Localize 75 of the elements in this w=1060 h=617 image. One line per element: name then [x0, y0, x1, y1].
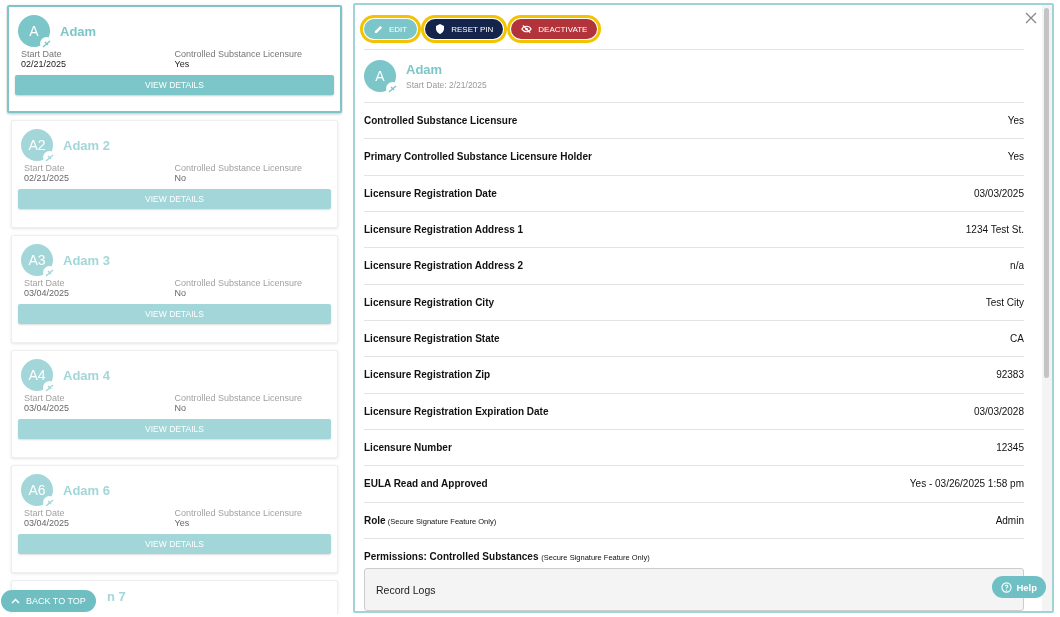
detail-label: Primary Controlled Substance Licensure Holder	[364, 151, 592, 163]
staff-name: Adam 6	[63, 482, 110, 498]
detail-value: n/a	[1010, 260, 1024, 272]
detail-label: Licensure Registration Date	[364, 187, 497, 199]
detail-label: Controlled Substance Licensure	[364, 115, 518, 127]
field-label: Controlled Substance Licensure	[174, 49, 304, 59]
field-value: 03/04/2025	[24, 403, 71, 413]
field-label: Start Date	[24, 508, 66, 518]
avatar: A	[364, 60, 396, 92]
field-label: Start Date	[24, 393, 66, 403]
staff-name: Adam	[60, 23, 97, 39]
field-label: Controlled Substance Licensure	[174, 278, 304, 288]
field-value: Yes	[174, 518, 191, 528]
detail-value: 92383	[996, 369, 1024, 381]
detail-value: 03/03/2028	[973, 405, 1024, 417]
detail-value: 1234 Test St.	[965, 224, 1024, 236]
detail-value: Admin	[995, 514, 1024, 526]
detail-label: Licensure Registration Address 2	[364, 260, 524, 272]
detail-value: CA	[1010, 333, 1024, 345]
help-icon	[1001, 581, 1013, 593]
avatar: A	[18, 15, 50, 47]
view-details-button[interactable]: VIEW DETAILS	[18, 304, 331, 324]
staff-card[interactable]: A4 Adam 4 Start Date Controlled Substance Licensure 03/04/2025 No VIEW DETAILS	[11, 350, 338, 458]
view-details-button[interactable]: VIEW DETAILS	[18, 419, 331, 439]
shield-icon	[435, 24, 446, 34]
detail-label: Licensure Registration Address 1	[364, 224, 524, 236]
field-value: 03/04/2025	[24, 288, 71, 298]
field-value: Yes	[174, 59, 191, 69]
field-label: Start Date	[24, 163, 66, 173]
staff-card[interactable]: A3 Adam 3 Start Date Controlled Substance Licensure 03/04/2025 No VIEW DETAILS	[11, 235, 338, 343]
start-date: Start Date: 2/21/2025	[406, 80, 487, 90]
detail-value: Yes	[1007, 151, 1024, 163]
view-details-button[interactable]: VIEW DETAILS	[18, 534, 331, 554]
field-value: 03/04/2025	[24, 518, 71, 528]
view-details-button[interactable]: VIEW DETAILS	[18, 189, 331, 209]
staff-name: Adam 2	[63, 137, 110, 153]
field-value: No	[174, 173, 187, 183]
field-label: Controlled Substance Licensure	[174, 393, 304, 403]
detail-label: Licensure Registration Expiration Date	[364, 405, 549, 417]
avatar: A2	[21, 129, 53, 161]
field-label: Controlled Substance Licensure	[174, 163, 304, 173]
avatar: A6	[21, 474, 53, 506]
detail-value: Test City	[985, 296, 1024, 308]
pencil-icon	[374, 24, 383, 34]
avatar: A3	[21, 244, 53, 276]
chevron-up-icon	[11, 598, 20, 604]
detail-value: 12345	[996, 442, 1024, 454]
field-label: Controlled Substance Licensure	[174, 508, 304, 518]
field-label: Start Date	[24, 278, 66, 288]
field-value: 02/21/2025	[24, 173, 71, 183]
field-value: No	[174, 288, 187, 298]
staff-name: Adam 4	[63, 367, 110, 383]
staff-name: n 7	[107, 589, 126, 604]
close-icon[interactable]	[1024, 11, 1038, 25]
staff-card[interactable]: A Adam Start Date Controlled Substance Licensure 02/21/2025 Yes VIEW DETAILS	[7, 5, 342, 113]
avatar: A4	[21, 359, 53, 391]
detail-label: Licensure Registration Zip	[364, 369, 491, 381]
eye-slash-icon	[521, 24, 533, 34]
detail-label: Licensure Registration State	[364, 333, 500, 345]
staff-card[interactable]: A6 Adam 6 Start Date Controlled Substance Licensure 03/04/2025 Yes VIEW DETAILS	[11, 465, 338, 573]
field-value: No	[174, 403, 187, 413]
staff-name: Adam	[406, 62, 444, 77]
view-details-button[interactable]: VIEW DETAILS	[15, 75, 334, 95]
detail-label: Licensure Number	[364, 442, 452, 454]
field-value: 02/21/2025	[21, 59, 68, 69]
detail-value: 03/03/2025	[973, 187, 1024, 199]
detail-label: Licensure Registration City	[364, 296, 495, 308]
staff-card[interactable]: A2 Adam 2 Start Date Controlled Substance Licensure 02/21/2025 No VIEW DETAILS	[11, 120, 338, 228]
field-label: Start Date	[21, 49, 63, 59]
detail-value: Yes	[1007, 115, 1024, 127]
detail-value: Yes - 03/26/2025 1:58 pm	[909, 478, 1024, 490]
detail-label: EULA Read and Approved	[364, 478, 488, 490]
help-button[interactable]: Help	[992, 576, 1046, 598]
back-to-top-button[interactable]: BACK TO TOP	[1, 590, 96, 612]
staff-name: Adam 3	[63, 252, 110, 268]
